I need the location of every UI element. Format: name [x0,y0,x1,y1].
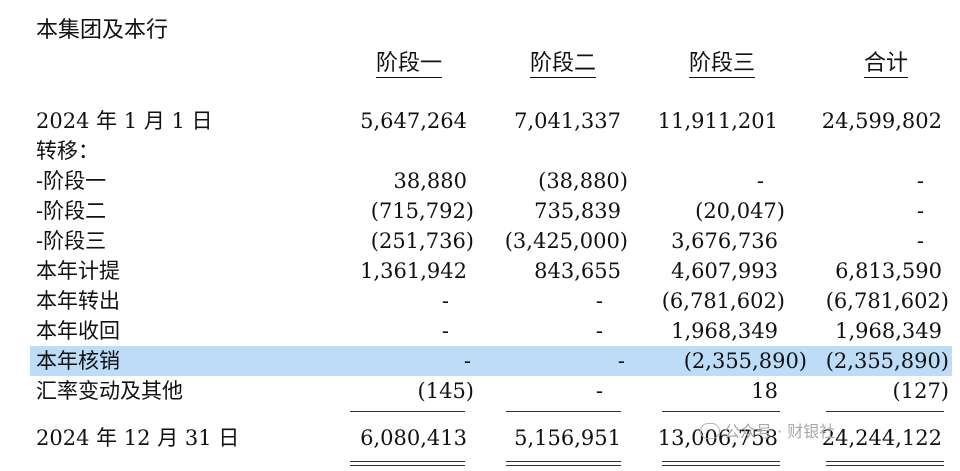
subtotal-rule [662,411,780,412]
row-label: 2024 年 12 月 31 日 [36,426,240,450]
row-label: -阶段三 [36,229,107,253]
watermark: 公众号 · 财银社 [700,418,835,442]
cell-stage-2: 843,655 [534,259,621,283]
cell-total: 6,813,590 [835,259,942,283]
cell-total: (2,355,890) [825,349,949,373]
subtotal-rule [506,411,621,412]
cell-stage-1: (715,792) [370,199,474,223]
table-row-transfers: 转移： [0,136,960,166]
total-double-rule [350,461,465,462]
total-double-rule [506,465,621,466]
column-header-stage-3: 阶段三 [688,51,755,78]
subtotal-rule [350,411,465,412]
table-row-fx-other: 汇率变动及其他 (145) - 18 (127) [0,376,960,406]
table-title: 本集团及本行 [36,18,169,43]
total-double-rule [826,465,944,466]
cell-stage-1: - [441,319,449,343]
cell-stage-2: - [595,289,603,313]
total-double-rule [506,461,621,462]
cell-stage-1: (251,736) [370,229,474,253]
cell-stage-3: 1,968,349 [671,319,778,343]
cell-total: - [916,169,924,193]
row-label: 本年收回 [36,319,120,343]
cell-total: 24,599,802 [821,109,942,133]
cell-stage-3: 11,911,201 [657,109,778,133]
subtotal-rule [826,411,944,412]
table-row-write-off: 本年核销 - - (2,355,890) (2,355,890) [30,346,952,376]
cell-stage-1: 6,080,413 [360,426,467,450]
cell-stage-2: - [595,319,603,343]
cell-stage-2: - [595,379,603,403]
cell-stage-2: (38,880) [538,169,628,193]
cell-stage-2: 735,839 [534,199,621,223]
cell-stage-2: - [617,349,625,373]
cell-total: (127) [892,379,949,403]
row-label: 本年转出 [36,289,120,313]
cell-stage-3: 4,607,993 [671,259,778,283]
table-row-stage-1: -阶段一 38,880 (38,880) - - [0,166,960,196]
total-double-rule [826,461,944,462]
cell-stage-3: 18 [751,379,778,403]
column-header-total: 合计 [863,51,908,78]
row-label: 2024 年 1 月 1 日 [36,109,213,133]
wechat-icon [700,423,720,439]
total-double-rule [662,461,780,462]
cell-stage-1: 38,880 [393,169,467,193]
total-double-rule [662,465,780,466]
cell-total: - [916,229,924,253]
cell-stage-2: 7,041,337 [514,109,621,133]
cell-stage-3: - [756,169,764,193]
table-row-provision: 本年计提 1,361,942 843,655 4,607,993 6,813,5… [0,256,960,286]
cell-total: (6,781,602) [825,289,949,313]
column-header-stage-2: 阶段二 [529,51,596,78]
table-row-opening: 2024 年 1 月 1 日 5,647,264 7,041,337 11,91… [0,106,960,136]
row-label: -阶段二 [36,199,107,223]
table-row-stage-3: -阶段三 (251,736) (3,425,000) 3,676,736 - [0,226,960,256]
cell-stage-3: 3,676,736 [671,229,778,253]
cell-stage-3: (20,047) [695,199,785,223]
row-label: 本年核销 [36,349,120,373]
row-label: 本年计提 [36,259,120,283]
cell-stage-1: (145) [417,379,474,403]
cell-stage-2: (3,425,000) [504,229,628,253]
cell-stage-2: 5,156,951 [514,426,621,450]
row-label: 汇率变动及其他 [36,379,183,403]
column-header-stage-1: 阶段一 [375,51,442,78]
cell-total: 24,244,122 [821,426,942,450]
total-double-rule [350,465,465,466]
row-label: -阶段一 [36,169,107,193]
cell-stage-1: - [441,289,449,313]
cell-stage-3: (2,355,890) [683,349,807,373]
cell-stage-1: 5,647,264 [360,109,467,133]
cell-stage-3: (6,781,602) [661,289,785,313]
cell-total: 1,968,349 [835,319,942,343]
table-row-transfer-out: 本年转出 - - (6,781,602) (6,781,602) [0,286,960,316]
cell-stage-1: - [463,349,471,373]
table-row-stage-2: -阶段二 (715,792) 735,839 (20,047) - [0,196,960,226]
table-row-recovery: 本年收回 - - 1,968,349 1,968,349 [0,316,960,346]
cell-total: - [916,199,924,223]
cell-stage-1: 1,361,942 [360,259,467,283]
row-label: 转移： [36,139,99,163]
